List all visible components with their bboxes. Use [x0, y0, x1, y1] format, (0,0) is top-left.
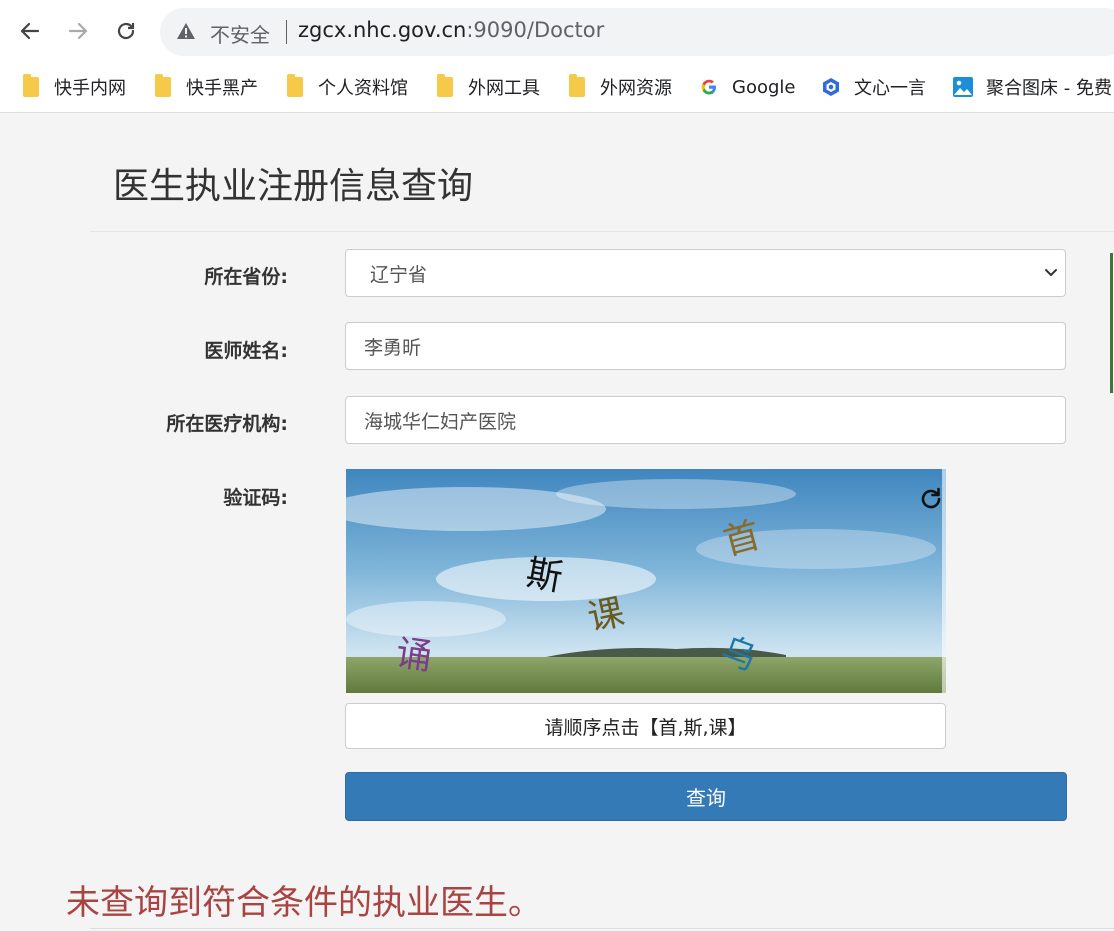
- bookmark-label: 外网工具: [468, 78, 540, 99]
- page-title: 医生执业注册信息查询: [113, 166, 474, 207]
- bookmark-item[interactable]: 快手内网: [20, 72, 126, 102]
- warning-icon[interactable]: [176, 22, 196, 40]
- bookmark-label: 快手黑产: [186, 78, 258, 99]
- bookmark-label: Google: [732, 76, 796, 98]
- folder-icon: [434, 74, 456, 98]
- reload-button[interactable]: [110, 14, 142, 48]
- province-select-value: 辽宁省: [370, 263, 428, 286]
- back-arrow-icon: [20, 22, 40, 40]
- folder-icon: [20, 74, 42, 98]
- right-edge-accent: [1110, 253, 1113, 393]
- captcha-hint: 请顺序点击【首,斯,课】: [345, 703, 946, 749]
- chevron-down-icon: [1045, 269, 1057, 276]
- url-path: :9090/Doctor: [466, 18, 605, 42]
- folder-icon: [566, 74, 588, 98]
- captcha-refresh-icon[interactable]: [916, 484, 946, 514]
- institution-input[interactable]: 海城华仁妇产医院: [345, 396, 1066, 444]
- forward-button[interactable]: [62, 14, 94, 48]
- bookmark-item[interactable]: 聚合图床 - 免费: [952, 72, 1112, 102]
- page-content: 医生执业注册信息查询 所在省份: 辽宁省 医师姓名: 李勇昕 所在医疗机构: 海…: [0, 113, 1114, 931]
- address-divider: [286, 20, 287, 44]
- captcha-char[interactable]: 诵: [393, 633, 434, 679]
- url-host: zgcx.nhc.gov.cn: [298, 18, 467, 42]
- google-icon: [698, 76, 720, 98]
- reload-icon: [117, 22, 135, 40]
- doctor-name-input[interactable]: 李勇昕: [345, 322, 1066, 370]
- bookmarks-bar: 快手内网 快手黑产 个人资料馆 外网工具 外网资源 Google 文心一言 聚合…: [0, 66, 1114, 106]
- province-select[interactable]: 辽宁省: [345, 249, 1066, 297]
- title-divider: [90, 231, 1114, 232]
- bookmark-item[interactable]: Google: [698, 72, 795, 102]
- result-message: 未查询到符合条件的执业医生。: [66, 883, 542, 923]
- captcha-char[interactable]: 斯: [523, 553, 566, 600]
- bookmark-label: 聚合图床 - 免费: [986, 78, 1112, 99]
- image-icon: [952, 76, 974, 98]
- url-text[interactable]: zgcx.nhc.gov.cn:9090/Doctor: [298, 18, 604, 42]
- bookmark-label: 外网资源: [600, 78, 672, 99]
- folder-icon: [152, 74, 174, 98]
- captcha-label: 验证码:: [223, 487, 288, 509]
- bookmark-item[interactable]: 外网资源: [566, 72, 672, 102]
- query-button[interactable]: 查询: [345, 772, 1067, 821]
- bookmark-item[interactable]: 外网工具: [434, 72, 540, 102]
- forward-arrow-icon: [68, 22, 88, 40]
- doctor-name-value: 李勇昕: [364, 336, 422, 359]
- bookmark-label: 个人资料馆: [318, 78, 408, 99]
- result-divider: [90, 928, 1114, 929]
- wenxin-icon: [820, 76, 842, 98]
- province-label: 所在省份:: [204, 266, 288, 288]
- back-button[interactable]: [14, 14, 46, 48]
- captcha-image[interactable]: 斯 首 课 诵 乌: [346, 469, 946, 693]
- browser-chrome: 不安全 zgcx.nhc.gov.cn:9090/Doctor 快手内网 快手黑…: [0, 0, 1114, 113]
- institution-value: 海城华仁妇产医院: [364, 410, 517, 433]
- bookmark-label: 快手内网: [54, 78, 126, 99]
- institution-label: 所在医疗机构:: [166, 413, 288, 435]
- bookmark-item[interactable]: 文心一言: [820, 72, 926, 102]
- doctor-name-label: 医师姓名:: [204, 340, 288, 362]
- folder-icon: [284, 74, 306, 98]
- bookmark-item[interactable]: 快手黑产: [152, 72, 258, 102]
- bookmark-label: 文心一言: [854, 78, 926, 99]
- bookmark-item[interactable]: 个人资料馆: [284, 72, 408, 102]
- security-status[interactable]: 不安全: [210, 19, 270, 48]
